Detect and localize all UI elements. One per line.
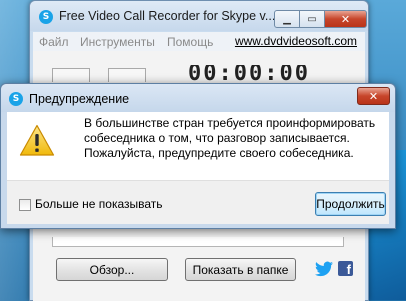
output-path-field[interactable] xyxy=(52,237,344,247)
maximize-button[interactable]: ▭ xyxy=(299,10,325,28)
dialog-title: Предупреждение xyxy=(29,92,130,106)
caption-buttons: ▁ ▭ ✕ xyxy=(274,10,367,29)
dialog-content: В большинстве стран требуется проинформи… xyxy=(7,112,389,224)
record-type-button[interactable] xyxy=(108,68,146,82)
warning-icon xyxy=(19,124,55,156)
show-in-folder-button[interactable]: Показать в папке xyxy=(185,258,296,281)
close-button[interactable]: ✕ xyxy=(324,10,367,28)
skype-icon: S xyxy=(39,10,53,24)
warning-dialog: S Предупреждение ✕ В большинстве стран т… xyxy=(0,83,396,229)
dialog-message: В большинстве стран требуется проинформи… xyxy=(84,116,376,160)
menu-file[interactable]: Файл xyxy=(39,35,69,49)
recording-timer: 00:00:00 xyxy=(188,65,310,81)
menu-tools[interactable]: Инструменты xyxy=(80,35,155,49)
dont-show-again-label[interactable]: Больше не показывать xyxy=(35,197,163,211)
app-titlebar[interactable]: S Free Video Call Recorder for Skype v..… xyxy=(30,1,368,31)
browse-button[interactable]: Обзор... xyxy=(56,258,168,281)
app-title: Free Video Call Recorder for Skype v... xyxy=(59,9,276,23)
minimize-button[interactable]: ▁ xyxy=(274,10,300,28)
dont-show-again-checkbox[interactable] xyxy=(19,199,31,211)
continue-button[interactable]: Продолжить xyxy=(315,192,386,216)
facebook-icon[interactable]: f xyxy=(338,261,353,276)
dialog-footer: Больше не показывать Продолжить xyxy=(7,180,389,224)
record-mode-button[interactable] xyxy=(52,68,90,82)
dialog-close-button[interactable]: ✕ xyxy=(357,87,390,105)
menu-bar: Файл Инструменты Помощь www.dvdvideosoft… xyxy=(33,32,365,51)
menu-help[interactable]: Помощь xyxy=(167,35,213,49)
website-link[interactable]: www.dvdvideosoft.com xyxy=(235,34,357,48)
skype-icon: S xyxy=(9,92,23,106)
twitter-icon[interactable] xyxy=(315,261,333,277)
dialog-titlebar[interactable]: S Предупреждение ✕ xyxy=(1,84,395,112)
